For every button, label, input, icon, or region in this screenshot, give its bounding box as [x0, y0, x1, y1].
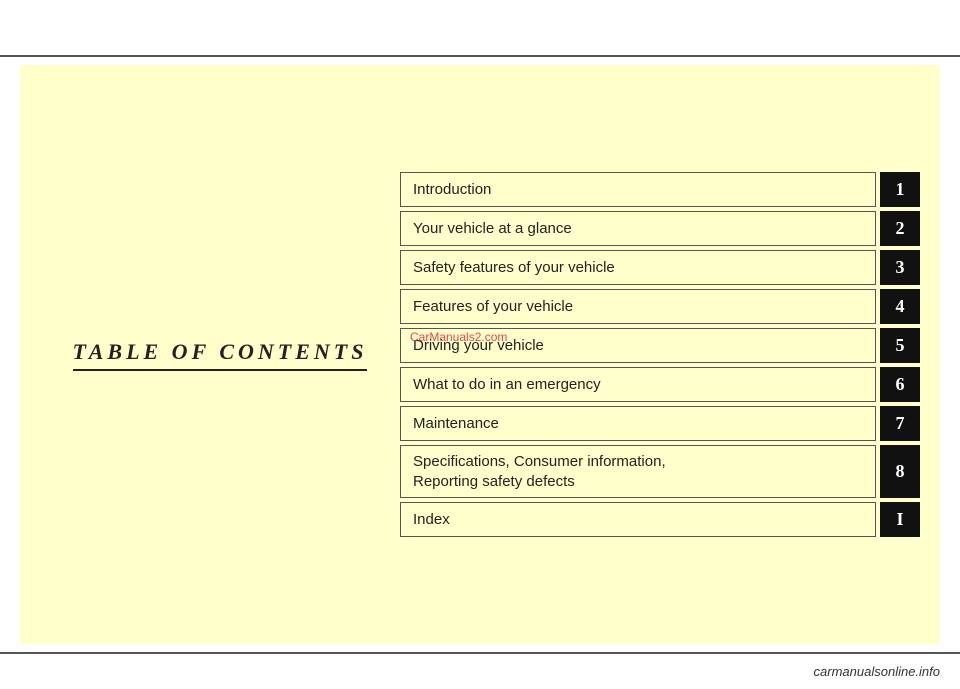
toc-item-label: What to do in an emergency	[400, 367, 876, 402]
left-panel: TABLE OF CONTENTS	[40, 85, 400, 624]
toc-item-number: 7	[880, 406, 920, 441]
table-row[interactable]: Introduction1	[400, 172, 920, 207]
footer-bar: carmanualsonline.info	[0, 654, 960, 689]
page-container: TABLE OF CONTENTS Introduction1Your vehi…	[0, 0, 960, 689]
toc-item-label: Specifications, Consumer information,Rep…	[400, 445, 876, 498]
table-row[interactable]: IndexI	[400, 502, 920, 537]
table-row[interactable]: Specifications, Consumer information,Rep…	[400, 445, 920, 498]
toc-item-label: Introduction	[400, 172, 876, 207]
toc-list: Introduction1Your vehicle at a glance2Sa…	[400, 172, 920, 537]
toc-item-number: 1	[880, 172, 920, 207]
toc-item-number: 3	[880, 250, 920, 285]
table-row[interactable]: Your vehicle at a glance2	[400, 211, 920, 246]
top-divider	[0, 55, 960, 57]
footer-text: carmanualsonline.info	[814, 664, 940, 679]
toc-item-number: 6	[880, 367, 920, 402]
toc-item-number: 8	[880, 445, 920, 498]
toc-item-label: Your vehicle at a glance	[400, 211, 876, 246]
table-row[interactable]: Features of your vehicle4	[400, 289, 920, 324]
toc-item-label: Index	[400, 502, 876, 537]
toc-item-label: Safety features of your vehicle	[400, 250, 876, 285]
toc-item-number: 2	[880, 211, 920, 246]
toc-title: TABLE OF CONTENTS	[73, 339, 368, 371]
toc-item-label: Maintenance	[400, 406, 876, 441]
table-row[interactable]: What to do in an emergency6	[400, 367, 920, 402]
toc-item-number: 4	[880, 289, 920, 324]
toc-item-number: I	[880, 502, 920, 537]
table-row[interactable]: Safety features of your vehicle3	[400, 250, 920, 285]
toc-item-label: Features of your vehicle	[400, 289, 876, 324]
table-row[interactable]: Driving your vehicle5	[400, 328, 920, 363]
main-content: TABLE OF CONTENTS Introduction1Your vehi…	[20, 65, 940, 644]
toc-item-label: Driving your vehicle	[400, 328, 876, 363]
toc-item-number: 5	[880, 328, 920, 363]
table-row[interactable]: Maintenance7	[400, 406, 920, 441]
